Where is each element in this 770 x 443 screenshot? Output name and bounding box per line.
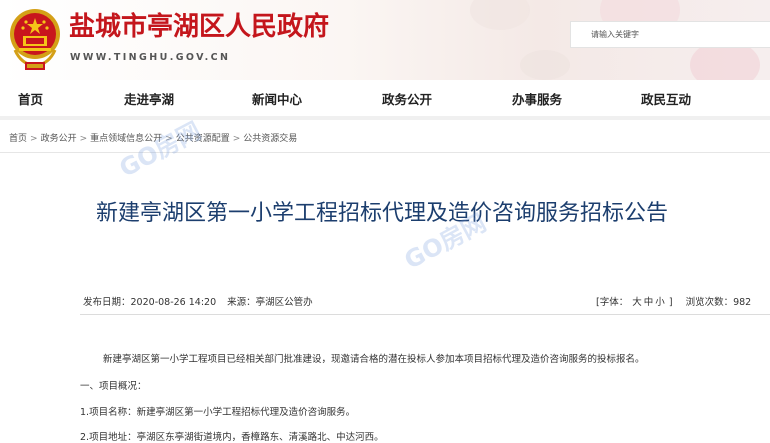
breadcrumb-item-home[interactable]: 首页	[9, 134, 27, 144]
publish-date-value: 2020-08-26 14:20	[130, 297, 217, 308]
breadcrumb-separator: >	[30, 134, 38, 144]
breadcrumb-separator: >	[79, 134, 88, 144]
breadcrumb-separator: >	[165, 134, 173, 144]
breadcrumb-item-resource-allocation[interactable]: 公共资源配置	[176, 134, 230, 144]
site-header: 盐城市亭湖区人民政府 WWW.TINGHU.GOV.CN	[0, 0, 770, 80]
site-title[interactable]: 盐城市亭湖区人民政府	[69, 6, 329, 43]
search-box[interactable]	[570, 21, 770, 48]
header-decoration	[520, 50, 570, 80]
publish-date-label: 发布日期：	[83, 297, 131, 308]
source-value: 亭湖区公管办	[255, 297, 313, 308]
breadcrumb-separator: >	[232, 134, 241, 144]
nav-item-news[interactable]: 新闻中心	[252, 89, 302, 108]
breadcrumb-item-key-info[interactable]: 重点领域信息公开	[90, 134, 162, 144]
main-nav: 首页 走进亭湖 新闻中心 政务公开 办事服务 政民互动	[0, 80, 770, 116]
font-size-close: ]	[668, 297, 673, 308]
breadcrumb-item-resource-trading[interactable]: 公共资源交易	[243, 134, 297, 144]
article-paragraph: 一、项目概况：	[80, 381, 147, 392]
nav-item-interaction[interactable]: 政民互动	[641, 89, 691, 108]
nav-item-services[interactable]: 办事服务	[512, 89, 562, 108]
article-title: 新建亭湖区第一小学工程招标代理及造价咨询服务招标公告	[96, 201, 669, 226]
article-tools: [字体： 大中小 ] 浏览次数：982	[596, 294, 751, 308]
font-size-label: [字体：	[596, 297, 629, 308]
site-domain: WWW.TINGHU.GOV.CN	[70, 52, 231, 63]
article-paragraph: 2.项目地址：亭湖区东亭湖街道境内，香樟路东、清溪路北、中达河西。	[80, 432, 384, 443]
view-count-label: 浏览次数：	[685, 297, 734, 308]
font-size-switcher: [字体： 大中小 ]	[596, 297, 673, 308]
font-large-button[interactable]: 大	[632, 297, 642, 308]
breadcrumb: 首页 > 政务公开 > 重点领域信息公开 > 公共资源配置 > 公共资源交易	[9, 131, 297, 144]
breadcrumb-item-gov-affairs[interactable]: 政务公开	[41, 134, 77, 144]
header-decoration	[470, 0, 530, 30]
article-paragraph: 新建亭湖区第一小学工程项目已经相关部门批准建设，现邀请合格的潜在投标人参加本项目…	[103, 354, 645, 365]
nav-item-home[interactable]: 首页	[18, 89, 43, 108]
meta-divider	[80, 314, 770, 315]
view-count: 浏览次数：982	[686, 297, 752, 308]
view-count-value: 982	[733, 297, 752, 308]
national-emblem-icon	[10, 9, 60, 70]
search-input[interactable]	[571, 22, 770, 47]
article-paragraph: 1.项目名称：新建亭湖区第一小学工程招标代理及造价咨询服务。	[80, 407, 356, 418]
nav-item-gov-affairs[interactable]: 政务公开	[382, 89, 432, 108]
article-meta: 发布日期：2020-08-26 14:20 来源：亭湖区公管办	[83, 294, 321, 308]
publish-date: 发布日期：2020-08-26 14:20	[83, 297, 216, 308]
source-label: 来源：	[227, 297, 256, 308]
article-source: 来源：亭湖区公管办	[227, 297, 313, 308]
nav-item-about[interactable]: 走进亭湖	[124, 89, 174, 108]
font-medium-button[interactable]: 中	[644, 297, 654, 308]
nav-divider	[0, 116, 770, 120]
font-small-button[interactable]: 小	[655, 297, 665, 308]
